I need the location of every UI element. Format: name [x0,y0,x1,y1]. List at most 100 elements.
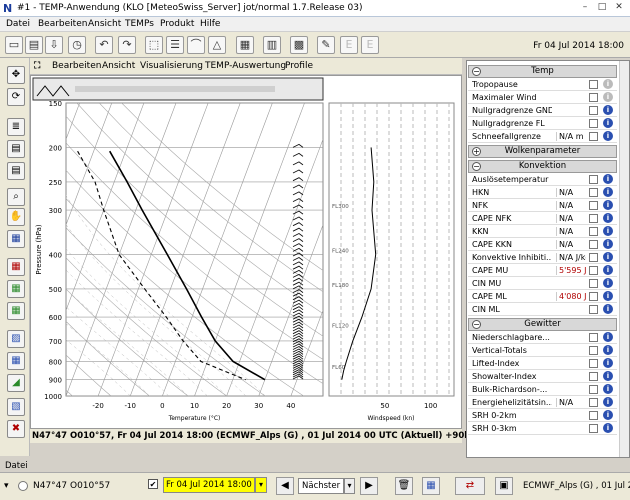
parameter-checkbox[interactable] [589,93,598,102]
info-icon[interactable]: i [603,79,613,89]
info-icon[interactable]: i [603,131,613,141]
info-icon[interactable]: i [603,423,613,433]
submenu-profile[interactable]: Profile [285,61,313,71]
submenu-bearbeiten[interactable]: Bearbeiten [52,61,101,71]
expand-icon[interactable]: + [472,147,481,156]
parameter-row[interactable]: HKN N/A i [468,187,617,199]
next-dropdown-icon[interactable]: ▾ [344,478,355,494]
info-icon[interactable]: i [603,397,613,407]
info-icon[interactable]: i [603,291,613,301]
parameter-row[interactable]: Bulk-Richardson-... i [468,384,617,396]
info-icon[interactable]: i [603,105,613,115]
info-icon[interactable]: i [603,265,613,275]
parameter-row[interactable]: CAPE KKN N/A i [468,239,617,251]
menu-datei[interactable]: Datei [6,19,30,29]
list-icon[interactable]: ≣ [7,118,25,136]
parameter-row[interactable]: KKN N/A i [468,226,617,238]
blue-grid-icon[interactable]: ▦ [7,352,25,370]
parameter-row[interactable]: Nullgradgrenze GND i [468,105,617,117]
open-icon[interactable]: ▤ [25,36,43,54]
monitor-icon[interactable]: ▣ [495,477,513,495]
layout-icon[interactable]: ▩ [290,36,308,54]
submenu-ansicht[interactable]: Ansicht [102,61,135,71]
info-icon[interactable]: i [603,252,613,262]
parameter-row[interactable]: Nullgradgrenze FL i [468,118,617,130]
info-icon[interactable]: i [603,384,613,394]
info-icon[interactable]: i [603,187,613,197]
diagram-icon[interactable]: ⬚ [145,36,163,54]
move-icon[interactable]: ✥ [7,66,25,84]
trash-icon[interactable]: 🗑 [395,477,413,495]
info-icon[interactable]: i [603,332,613,342]
swap-icon[interactable]: ⇄ [455,477,485,495]
parameter-checkbox[interactable] [589,385,598,394]
parameter-row[interactable]: Vertical-Totals i [468,345,617,357]
grid-icon[interactable]: ▦ [236,36,254,54]
parameter-checkbox[interactable] [589,279,598,288]
parameter-row[interactable]: CAPE NFK N/A i [468,213,617,225]
parameter-checkbox[interactable] [589,424,598,433]
section-header-1[interactable]: + Wolkenparameter [468,145,617,158]
parameter-checkbox[interactable] [589,106,598,115]
parameter-checkbox[interactable] [589,333,598,342]
info-icon[interactable]: i [603,200,613,210]
chart-tool-icon[interactable]: ▧ [7,398,25,416]
parameter-row[interactable]: Niederschlagbare... i [468,332,617,344]
parameter-checkbox[interactable] [589,266,598,275]
parameter-checkbox[interactable] [589,372,598,381]
parameter-checkbox[interactable] [589,240,598,249]
parameter-checkbox[interactable] [589,359,598,368]
zoom-icon[interactable]: ⌕ [7,188,25,206]
parameter-checkbox[interactable] [589,346,598,355]
parameter-row[interactable]: Lifted-Index i [468,358,617,370]
location-radio[interactable] [18,481,28,491]
dropdown-arrow-icon[interactable]: ▾ [4,481,9,491]
parameter-row[interactable]: CAPE MU 5'595 J/... i [468,265,617,277]
parameter-row[interactable]: CIN MU i [468,278,617,290]
grid-tool-icon[interactable]: ▦ [7,230,25,248]
info-icon[interactable]: i [603,226,613,236]
hatch-icon[interactable]: ▨ [7,330,25,348]
date-dropdown-icon[interactable]: ▾ [255,477,267,493]
menu-produkt[interactable]: Produkt [160,19,194,29]
hand-icon[interactable]: ✋ [7,208,25,226]
submenu-visualisierung[interactable]: Visualisierung [140,61,203,71]
table-icon[interactable]: ☰ [166,36,184,54]
parameter-checkbox[interactable] [589,132,598,141]
info-icon[interactable]: i [603,304,613,314]
download-icon[interactable]: ⇩ [45,36,63,54]
parameter-row[interactable]: Energiehelizitätsin... N/A i [468,397,617,409]
undo-icon[interactable]: ↶ [95,36,113,54]
next-arrow-icon[interactable]: ▶ [360,477,378,495]
info-icon[interactable]: i [603,278,613,288]
menu-temps[interactable]: TEMPs [125,19,154,29]
info-icon[interactable]: i [603,92,613,102]
red-tool-icon[interactable]: ▦ [7,258,25,276]
refresh-icon[interactable]: ⟳ [7,88,25,106]
sheet-icon-2[interactable]: ▤ [7,162,25,180]
parameter-row[interactable]: SRH 0-3km i [468,423,617,435]
info-icon[interactable]: i [603,174,613,184]
close-button[interactable]: ✕ [611,1,627,14]
parameter-row[interactable]: Showalter-Index i [468,371,617,383]
info-icon[interactable]: i [603,371,613,381]
calculator-icon[interactable]: ▥ [263,36,281,54]
parameter-row[interactable]: Tropopause i [468,79,617,91]
grid-select-icon[interactable]: ▦ [422,477,440,495]
parameter-row[interactable]: SRH 0-2km i [468,410,617,422]
tab-datei[interactable]: Datei [5,461,28,471]
green-tool-icon[interactable]: ▦ [7,280,25,298]
skewt-chart-pane[interactable]: 150 200 250 300 400 500 600 700 800 900 1000 -20 -10… [30,75,462,429]
date-checkbox[interactable]: ✔ [148,479,158,489]
previous-arrow-icon[interactable]: ◀ [276,477,294,495]
parameter-row[interactable]: CIN ML i [468,304,617,316]
menu-hilfe[interactable]: Hilfe [200,19,220,29]
clock-icon[interactable]: ◷ [68,36,86,54]
info-icon[interactable]: i [603,345,613,355]
info-icon[interactable]: i [603,410,613,420]
parameter-checkbox[interactable] [589,292,598,301]
collapse-icon[interactable]: − [472,162,481,171]
section-header-2[interactable]: − Konvektion [468,160,617,173]
menu-ansicht[interactable]: Ansicht [88,19,121,29]
collapse-icon[interactable]: − [472,67,481,76]
